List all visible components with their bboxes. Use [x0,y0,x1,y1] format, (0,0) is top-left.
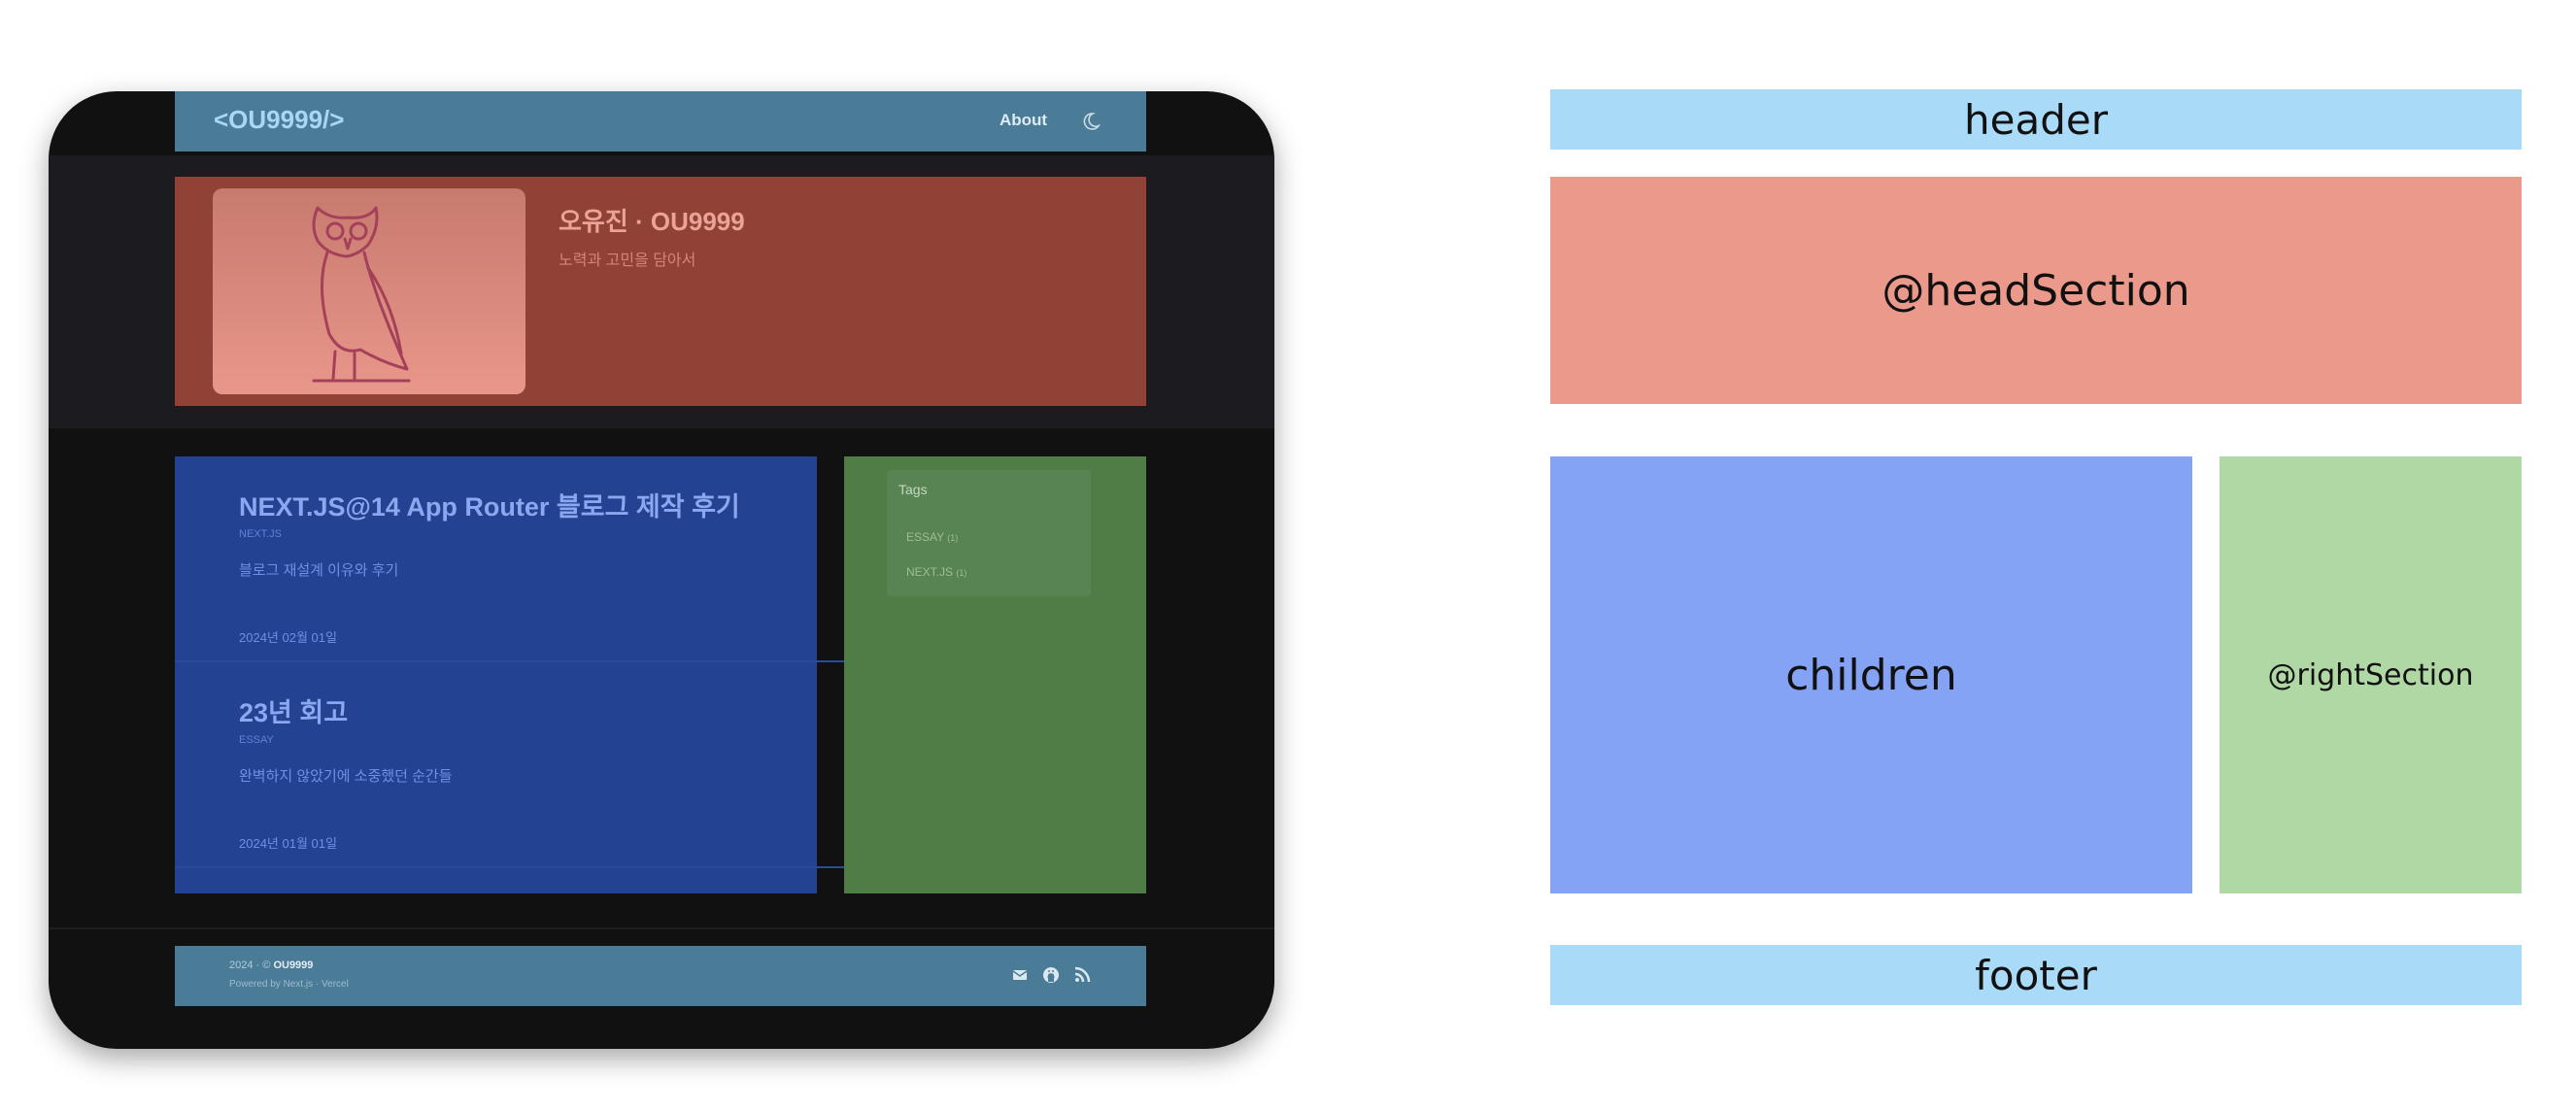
tag-item-essay[interactable]: ESSAY (1) [906,530,958,544]
tag-label: NEXT.JS [906,565,954,579]
divider [49,927,1274,929]
post-date: 2024년 02월 01일 [239,630,337,645]
tag-count: (1) [956,568,967,578]
post-card[interactable]: 23년 회고 ESSAY 완벽하지 않았기에 소중했던 순간들 2024년 01… [175,662,845,868]
mail-icon[interactable] [1010,965,1030,985]
post-divider [175,866,845,868]
mockup-children: NEXT.JS@14 App Router 블로그 제작 후기 NEXT.JS … [175,456,845,893]
footer-powered-by: Powered by Next.js · Vercel [229,979,349,990]
footer-owner: OU9999 [273,960,314,971]
mockup-footer: 2024 · © OU9999 Powered by Next.js · Ver… [175,946,1146,1006]
rss-icon[interactable] [1072,965,1092,985]
legend-footer: footer [1550,945,2522,1005]
post-description: 블로그 재설계 이유와 후기 [239,562,399,579]
tags-panel: Tags ESSAY (1) NEXT.JS (1) [887,470,1091,596]
author-name: 오유진 · OU9999 [559,207,745,236]
legend-header: header [1550,89,2522,150]
legend-head-section: @headSection [1550,177,2522,404]
post-date: 2024년 01월 01일 [239,836,337,851]
tags-title: Tags [898,482,928,497]
site-logo[interactable]: <OU9999/> [214,105,344,135]
author-subtitle: 노력과 고민을 담아서 [559,252,696,269]
legend-right-section: @rightSection [2220,456,2522,893]
copyright-symbol: © [262,960,271,971]
footer-copyright: 2024 · © OU9999 [229,960,313,971]
post-title[interactable]: NEXT.JS@14 App Router 블로그 제작 후기 [239,486,740,523]
nav-about-link[interactable]: About [1000,111,1047,130]
post-tag[interactable]: NEXT.JS [239,528,282,540]
post-description: 완벽하지 않았기에 소중했던 순간들 [239,768,453,785]
tag-item-nextjs[interactable]: NEXT.JS (1) [906,565,966,579]
tag-count: (1) [947,533,959,543]
mockup-head-section: 오유진 · OU9999 노력과 고민을 담아서 [175,177,1146,406]
post-tag[interactable]: ESSAY [239,734,274,746]
device-mockup: <OU9999/> About 오유진 · OU9999 노력과 고민을 담아서… [49,91,1274,1049]
post-card[interactable]: NEXT.JS@14 App Router 블로그 제작 후기 NEXT.JS … [175,456,845,662]
legend-children: children [1550,456,2192,893]
github-icon[interactable] [1041,965,1061,985]
post-title[interactable]: 23년 회고 [239,691,348,729]
mockup-right-section: Tags ESSAY (1) NEXT.JS (1) [844,456,1146,893]
mockup-header: <OU9999/> About [175,91,1146,152]
moon-icon[interactable] [1083,109,1106,132]
tag-label: ESSAY [906,530,944,544]
owl-icon [312,206,411,383]
profile-image [213,188,525,394]
footer-year: 2024 · [229,960,260,971]
divider [49,426,1274,428]
